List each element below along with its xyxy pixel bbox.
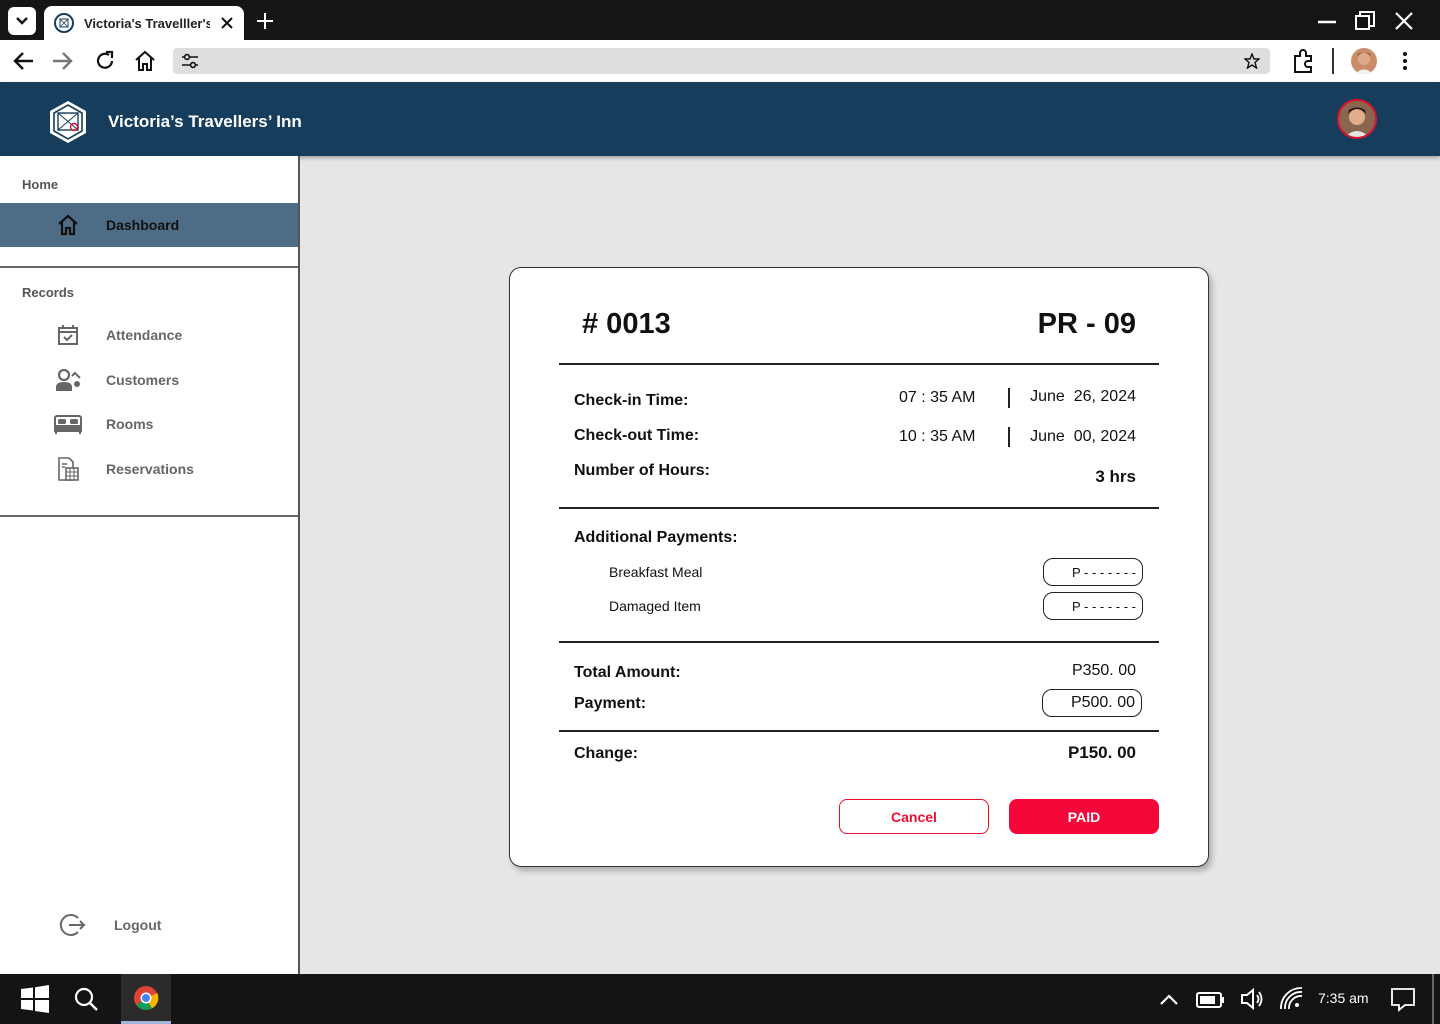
- checkin-date: June 26, 2024: [1030, 388, 1136, 405]
- hours-label: Number of Hours:: [574, 462, 710, 479]
- checkout-time: 10 : 35 AM: [899, 428, 976, 445]
- sidebar-item-label: Rooms: [106, 416, 154, 432]
- cancel-button[interactable]: Cancel: [839, 799, 989, 834]
- browser-tab[interactable]: Victoria's Travelller's: [44, 6, 244, 40]
- receipt-divider: [559, 363, 1159, 365]
- volume-icon[interactable]: [1238, 985, 1266, 1013]
- notifications-icon[interactable]: [1389, 985, 1417, 1013]
- inn-logo: [50, 101, 86, 143]
- checkout-label: Check-out Time:: [574, 427, 700, 444]
- close-window-icon[interactable]: [1393, 10, 1415, 32]
- sidebar-item-customers[interactable]: Customers: [0, 358, 298, 402]
- browser-tab-bar: Victoria's Travelller's: [0, 0, 1440, 40]
- more-vert-icon[interactable]: [1393, 49, 1417, 73]
- sidebar-item-dashboard[interactable]: Dashboard: [0, 203, 298, 247]
- chrome-icon: [134, 985, 159, 1010]
- calendar-check-icon: [54, 321, 82, 349]
- value-separator: [1008, 388, 1010, 408]
- checkout-date: June 00, 2024: [1030, 428, 1136, 445]
- logout-label: Logout: [114, 917, 162, 933]
- checkin-label: Check-in Time:: [574, 392, 689, 409]
- sidebar-item-label: Dashboard: [106, 217, 180, 233]
- tab-search-button[interactable]: [8, 7, 36, 35]
- forward-icon[interactable]: [50, 49, 74, 73]
- damaged-item-label: Damaged Item: [609, 598, 701, 614]
- home-icon[interactable]: [133, 49, 157, 73]
- network-icon[interactable]: [1278, 985, 1306, 1013]
- taskbar-chrome-app[interactable]: [121, 974, 171, 1024]
- additional-payments-label: Additional Payments:: [574, 529, 738, 546]
- home-icon: [54, 211, 82, 239]
- paid-button[interactable]: PAID: [1009, 799, 1159, 834]
- browser-toolbar: [0, 40, 1440, 82]
- receipt-divider: [559, 507, 1159, 509]
- change-value: P150. 00: [1067, 743, 1136, 762]
- reservations-icon: [54, 455, 82, 483]
- sidebar-item-label: Attendance: [106, 327, 183, 343]
- tab-title: Victoria's Travelller's: [84, 15, 210, 31]
- payment-label: Payment:: [574, 695, 647, 712]
- receipt-divider: [559, 730, 1159, 732]
- sidebar-item-label: Reservations: [106, 461, 194, 477]
- sidebar-divider: [0, 266, 298, 268]
- address-bar[interactable]: [173, 48, 1270, 74]
- hours-value: 3 hrs: [1095, 467, 1136, 486]
- receipt-divider: [559, 641, 1159, 643]
- total-amount-label: Total Amount:: [574, 664, 681, 681]
- reload-icon[interactable]: [93, 49, 117, 73]
- sidebar-divider: [0, 515, 298, 517]
- sidebar-item-attendance[interactable]: Attendance: [0, 313, 298, 357]
- chevron-down-icon: [16, 17, 28, 25]
- total-amount-value: P350. 00: [1071, 662, 1136, 679]
- breakfast-amount-input[interactable]: P - - - - - - -: [1043, 558, 1143, 586]
- os-taskbar: 7:35 am: [0, 974, 1440, 1024]
- extensions-icon[interactable]: [1290, 47, 1318, 75]
- app-header: Victoria’s Travellers’ Inn: [0, 82, 1440, 156]
- close-icon[interactable]: [220, 16, 234, 30]
- change-label: Change:: [574, 745, 638, 762]
- value-separator: [1008, 427, 1010, 447]
- plus-icon[interactable]: [254, 10, 276, 32]
- minimize-icon[interactable]: [1316, 10, 1338, 32]
- customers-icon: [54, 366, 82, 394]
- section-label-records: Records: [22, 285, 75, 300]
- sidebar-item-rooms[interactable]: Rooms: [0, 402, 298, 446]
- search-icon[interactable]: [72, 985, 100, 1013]
- room-code: PR - 09: [1037, 308, 1136, 340]
- sidebar-item-reservations[interactable]: Reservations: [0, 447, 298, 491]
- back-icon[interactable]: [12, 49, 36, 73]
- profile-avatar[interactable]: [1351, 48, 1377, 74]
- logout-button[interactable]: Logout: [0, 903, 298, 947]
- taskbar-clock[interactable]: 7:35 am: [1318, 990, 1369, 1006]
- checkin-time: 07 : 35 AM: [899, 389, 976, 406]
- sidebar: Home Dashboard Records Attendance Custom…: [0, 156, 300, 974]
- windows-start-icon[interactable]: [20, 984, 50, 1014]
- show-desktop-divider[interactable]: [1432, 974, 1434, 1024]
- breakfast-label: Breakfast Meal: [609, 564, 703, 580]
- logout-icon: [58, 911, 86, 939]
- section-label-home: Home: [22, 177, 59, 192]
- battery-icon[interactable]: [1195, 986, 1225, 1014]
- inn-logo-favicon: [54, 13, 74, 33]
- receipt-number: # 0013: [582, 308, 671, 340]
- sidebar-item-label: Customers: [106, 372, 180, 388]
- star-icon[interactable]: [1244, 53, 1260, 69]
- chevron-up-icon[interactable]: [1157, 988, 1181, 1012]
- bed-icon: [54, 410, 82, 438]
- toolbar-divider: [1332, 48, 1334, 74]
- payment-input[interactable]: P500. 00: [1042, 689, 1142, 717]
- payment-receipt-card: # 0013 PR - 09 Check-in Time: 07 : 35 AM…: [509, 267, 1209, 867]
- site-settings-icon[interactable]: [181, 53, 199, 69]
- damaged-item-amount-input[interactable]: P - - - - - - -: [1043, 592, 1143, 620]
- restore-icon[interactable]: [1354, 10, 1376, 32]
- brand-title: Victoria’s Travellers’ Inn: [108, 112, 302, 131]
- user-avatar[interactable]: [1337, 99, 1377, 139]
